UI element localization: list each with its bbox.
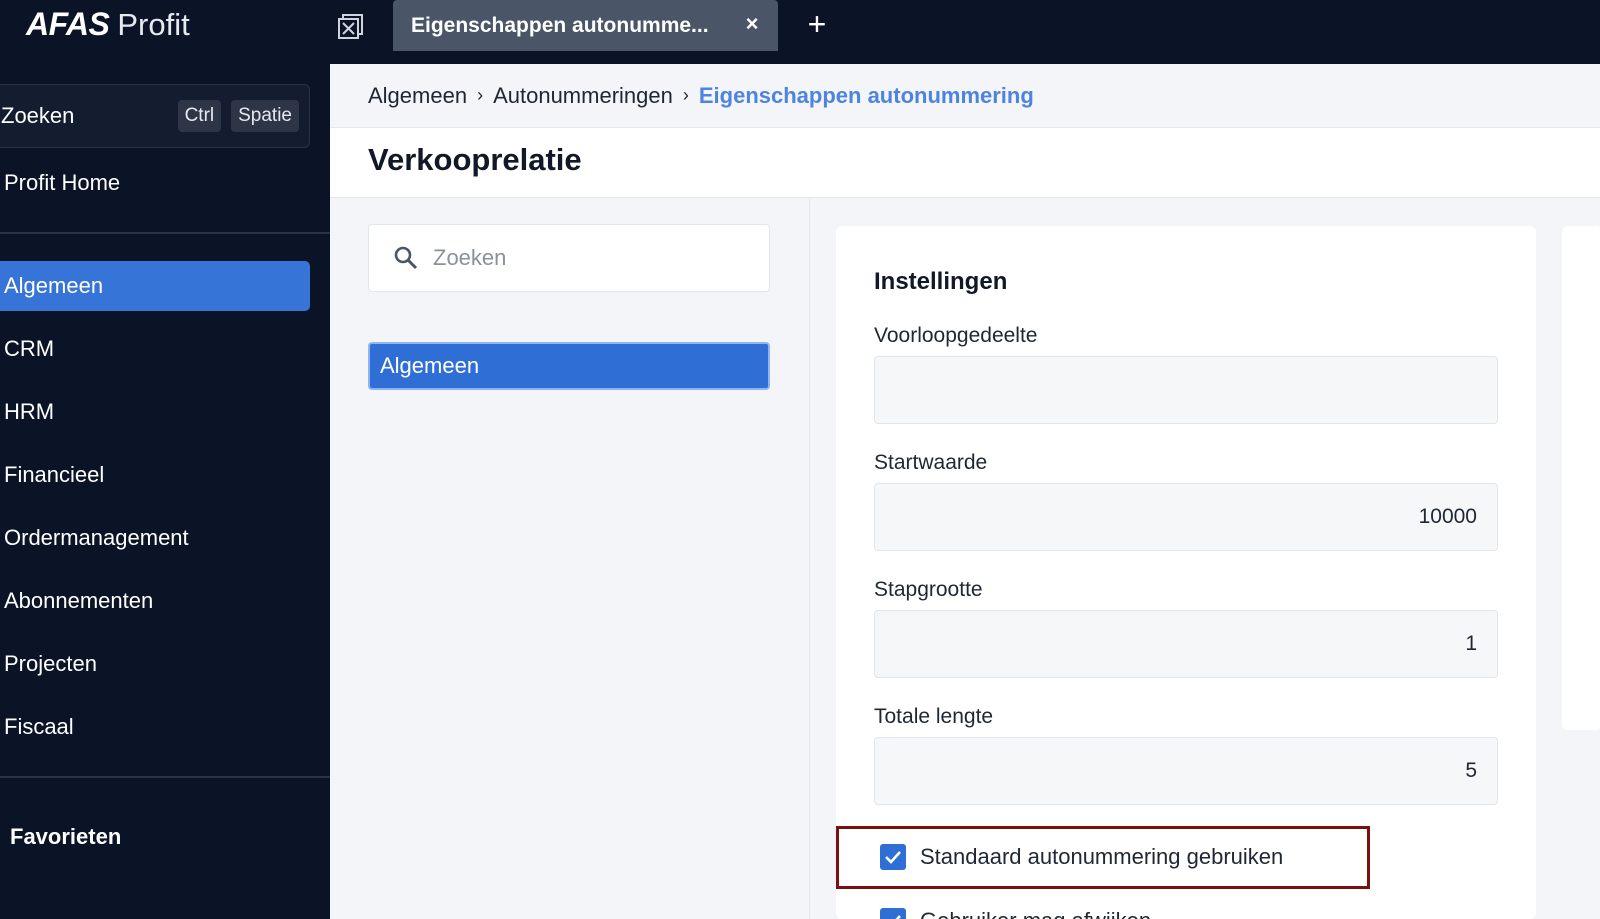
- afas-profit-logo[interactable]: AFAS Profit: [26, 6, 190, 46]
- voorloopgedeelte-field[interactable]: [874, 356, 1498, 424]
- totale-lengte-field[interactable]: 5: [874, 737, 1498, 805]
- shortcut-space: Spatie: [231, 100, 299, 132]
- sidebar-item-hrm[interactable]: HRM: [0, 387, 310, 437]
- section-search-input[interactable]: [433, 245, 753, 271]
- startwaarde-label: Startwaarde: [874, 451, 988, 474]
- tab-title: Eigenschappen autonumme...: [411, 13, 709, 37]
- checkmark-icon: [895, 915, 901, 919]
- divider: [0, 776, 330, 778]
- gebruiker-mag-afwijken-checkbox[interactable]: [880, 908, 906, 919]
- totale-lengte-label: Totale lengte: [874, 705, 994, 728]
- checkmark-icon: [885, 851, 901, 864]
- favorites-heading[interactable]: Favorieten: [10, 824, 121, 850]
- sidebar-item-crm[interactable]: CRM: [0, 324, 310, 374]
- shortcut-ctrl: Ctrl: [177, 100, 222, 132]
- breadcrumb: Algemeen › Autonummeringen › Eigenschapp…: [330, 64, 1600, 128]
- divider: [0, 232, 330, 234]
- sidebar-item-algemeen[interactable]: Algemeen: [0, 261, 310, 311]
- stapgrootte-label: Stapgrootte: [874, 578, 983, 601]
- logo-product: Profit: [117, 7, 190, 42]
- page-title: Verkooprelatie: [368, 142, 582, 177]
- sidebar-item-ordermanagement[interactable]: Ordermanagement: [0, 513, 310, 563]
- sidebar-item-profit-home[interactable]: Profit Home: [4, 170, 120, 196]
- sidebar-item-fiscaal[interactable]: Fiscaal: [0, 702, 310, 752]
- add-tab-icon[interactable]: +: [804, 8, 830, 40]
- title-bar: Verkooprelatie: [330, 128, 1600, 198]
- section-search[interactable]: [368, 224, 770, 292]
- settings-title: Instellingen: [874, 268, 1008, 295]
- section-navigator: Algemeen: [330, 198, 810, 919]
- startwaarde-field[interactable]: 10000: [874, 483, 1498, 551]
- search-icon: [394, 246, 418, 270]
- standaard-autonummering-checkbox[interactable]: [880, 844, 906, 870]
- breadcrumb-algemeen[interactable]: Algemeen: [368, 83, 467, 109]
- logo-brand: AFAS: [26, 6, 110, 42]
- chevron-right-icon: ›: [682, 85, 689, 105]
- stapgrootte-field[interactable]: 1: [874, 610, 1498, 678]
- sidebar-search-label: Zoeken: [1, 103, 75, 128]
- voorloopgedeelte-label: Voorloopgedeelte: [874, 324, 1038, 347]
- sidebar-search[interactable]: Zoeken Ctrl Spatie: [0, 84, 310, 148]
- top-bar: AFAS Profit Eigenschappen autonumme... ×…: [0, 0, 1600, 64]
- sidebar: Zoeken Ctrl Spatie Profit Home Algemeen …: [0, 64, 330, 919]
- settings-card: Instellingen Voorloopgedeelte Startwaard…: [836, 226, 1536, 919]
- side-card: [1562, 226, 1600, 730]
- breadcrumb-current: Eigenschappen autonummering: [698, 82, 1034, 108]
- standaard-autonummering-label[interactable]: Standaard autonummering gebruiken: [920, 844, 1283, 870]
- sidebar-item-financieel[interactable]: Financieel: [0, 450, 310, 500]
- window-list-icon[interactable]: [338, 13, 364, 39]
- tab-eigenschappen-autonummering[interactable]: Eigenschappen autonumme... ×: [393, 0, 778, 51]
- section-item-algemeen[interactable]: Algemeen: [368, 342, 770, 390]
- sidebar-item-projecten[interactable]: Projecten: [0, 639, 310, 689]
- close-icon[interactable]: ×: [742, 13, 762, 35]
- breadcrumb-autonummeringen[interactable]: Autonummeringen: [493, 83, 673, 109]
- sidebar-item-abonnementen[interactable]: Abonnementen: [0, 576, 310, 626]
- chevron-right-icon: ›: [477, 85, 484, 105]
- gebruiker-mag-afwijken-label[interactable]: Gebruiker mag afwijken: [920, 908, 1151, 919]
